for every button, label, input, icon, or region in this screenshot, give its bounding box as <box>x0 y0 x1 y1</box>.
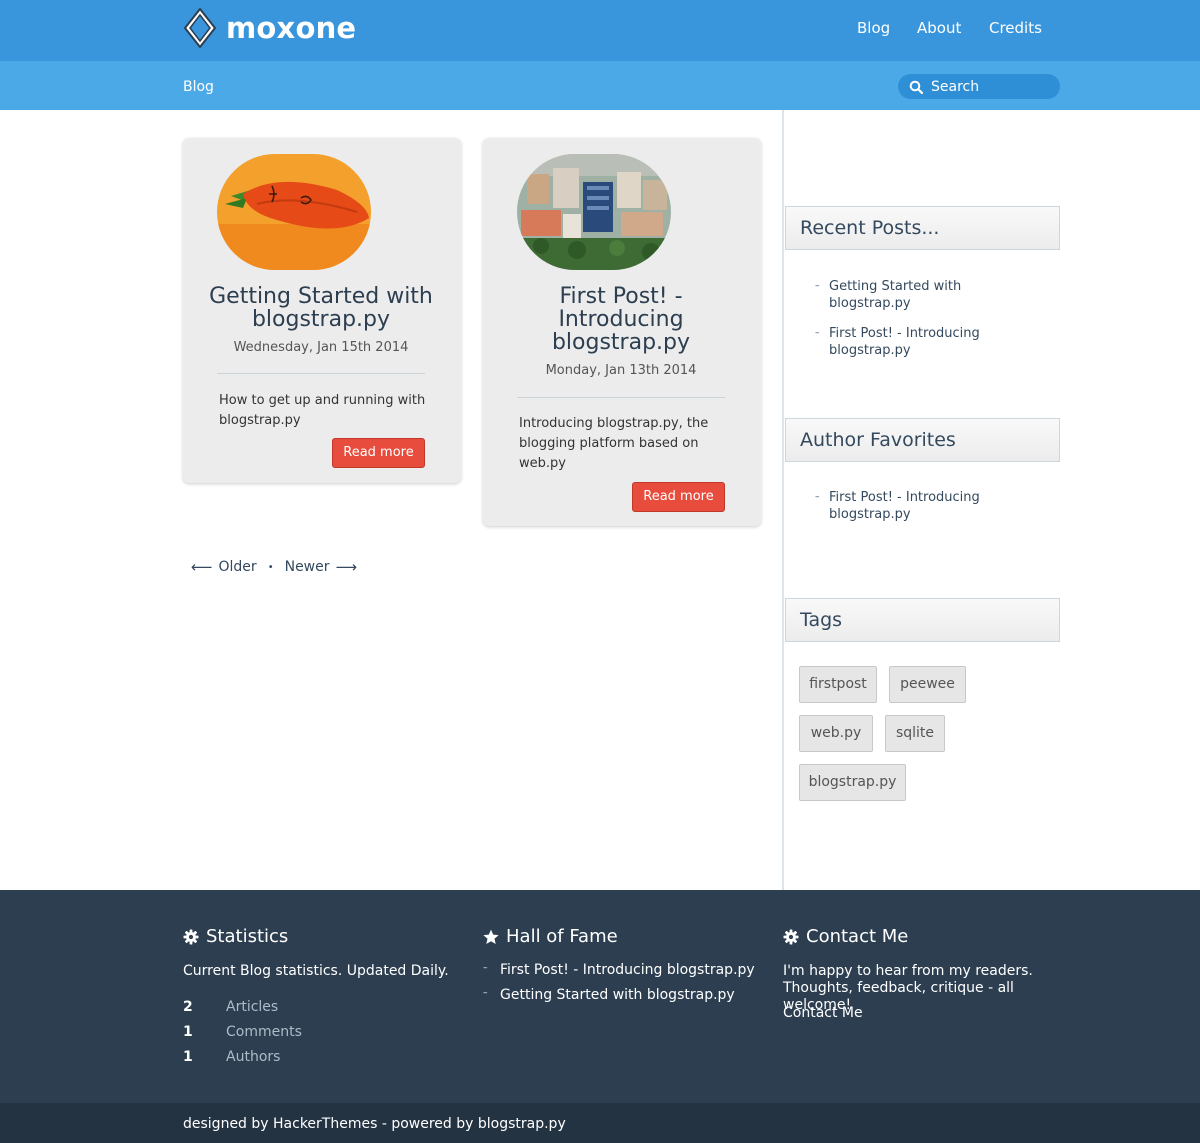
post-thumbnail-carrot[interactable] <box>217 154 371 270</box>
read-more-button[interactable]: Read more <box>632 482 725 512</box>
tag-peewee[interactable]: peewee <box>889 666 966 703</box>
post-date: Monday, Jan 13th 2014 <box>545 363 697 378</box>
nav-link-blog[interactable]: Blog <box>857 19 890 37</box>
brand-name: moxone <box>226 11 357 45</box>
older-link[interactable]: Older <box>219 559 257 575</box>
pager-separator: • <box>267 561 274 573</box>
post-excerpt: Introducing blogstrap.py, the blogging p… <box>519 416 709 471</box>
nav-link-about[interactable]: About <box>917 19 961 37</box>
diamond-logo-icon <box>183 7 217 49</box>
tags-heading: Tags <box>785 598 1060 642</box>
top-navbar: moxone Blog About Credits <box>0 0 1200 61</box>
nav-link-credits[interactable]: Credits <box>989 19 1042 37</box>
recent-posts-heading: Recent Posts... <box>785 206 1060 250</box>
post-card: Getting Started with blogstrap.py Wednes… <box>183 138 461 483</box>
recent-post-link[interactable]: Getting Started with blogstrap.py <box>815 278 1045 312</box>
card-divider <box>217 373 425 374</box>
city-photo <box>517 154 671 270</box>
search-box[interactable] <box>898 74 1060 99</box>
statistics-title: Statistics <box>206 926 289 947</box>
post-title[interactable]: First Post! - Introducing blogstrap.py <box>503 285 739 354</box>
carrot-photo <box>217 154 371 270</box>
arrow-left-icon: ⟵ <box>191 558 213 576</box>
brand[interactable]: moxone <box>183 6 356 50</box>
contact-heading: Contact Me <box>783 926 908 947</box>
post-date: Wednesday, Jan 15th 2014 <box>233 340 409 355</box>
hall-of-fame-link[interactable]: First Post! - Introducing blogstrap.py <box>483 962 755 987</box>
contact-link[interactable]: Contact Me <box>783 1005 863 1022</box>
sidebar-divider <box>782 110 784 890</box>
contact-title: Contact Me <box>806 926 909 947</box>
stat-label: Articles <box>226 999 279 1015</box>
stat-label: Authors <box>226 1049 281 1065</box>
newer-link[interactable]: Newer <box>285 559 330 575</box>
stat-count: 2 <box>183 999 193 1015</box>
sub-navbar: Blog <box>0 61 1200 110</box>
footer: Statistics Current Blog statistics. Upda… <box>0 890 1200 1103</box>
statistics-subtitle: Current Blog statistics. Updated Daily. <box>183 963 449 979</box>
favorite-post-link[interactable]: First Post! - Introducing blogstrap.py <box>815 489 1045 523</box>
post-card: First Post! - Introducing blogstrap.py M… <box>483 138 761 526</box>
gear-icon <box>783 929 799 944</box>
search-input[interactable] <box>931 76 1051 97</box>
gear-icon <box>183 929 199 944</box>
recent-post-link[interactable]: First Post! - Introducing blogstrap.py <box>815 325 1045 359</box>
post-title[interactable]: Getting Started with blogstrap.py <box>203 285 439 331</box>
arrow-right-icon: ⟶ <box>335 558 358 576</box>
card-divider <box>517 397 725 398</box>
pagination: ⟵ Older • Newer ⟶ <box>191 558 357 576</box>
recent-posts-list: Getting Started with blogstrap.py First … <box>815 278 1045 372</box>
tag-webpy[interactable]: web.py <box>799 715 873 752</box>
tag-blogstrap[interactable]: blogstrap.py <box>799 764 906 801</box>
author-favorites-list: First Post! - Introducing blogstrap.py <box>815 489 1045 536</box>
credits-text: designed by HackerThemes - powered by bl… <box>183 1116 566 1132</box>
footer-bottom-bar: designed by HackerThemes - powered by bl… <box>0 1103 1200 1143</box>
star-icon <box>483 929 499 944</box>
tag-firstpost[interactable]: firstpost <box>799 666 877 703</box>
hall-of-fame-heading: Hall of Fame <box>483 926 618 947</box>
post-excerpt: How to get up and running with blogstrap… <box>219 393 426 428</box>
hall-of-fame-link[interactable]: Getting Started with blogstrap.py <box>483 987 755 1012</box>
stat-count: 1 <box>183 1024 193 1040</box>
tag-sqlite[interactable]: sqlite <box>885 715 945 752</box>
hall-of-fame-list: First Post! - Introducing blogstrap.py G… <box>483 962 755 1012</box>
stat-label: Comments <box>226 1024 302 1040</box>
search-icon <box>909 80 923 94</box>
breadcrumb[interactable]: Blog <box>183 79 214 95</box>
hall-of-fame-title: Hall of Fame <box>506 926 618 947</box>
author-favorites-heading: Author Favorites <box>785 418 1060 462</box>
statistics-heading: Statistics <box>183 926 288 947</box>
post-thumbnail-city[interactable] <box>517 154 671 270</box>
stat-count: 1 <box>183 1049 193 1065</box>
read-more-button[interactable]: Read more <box>332 438 425 468</box>
